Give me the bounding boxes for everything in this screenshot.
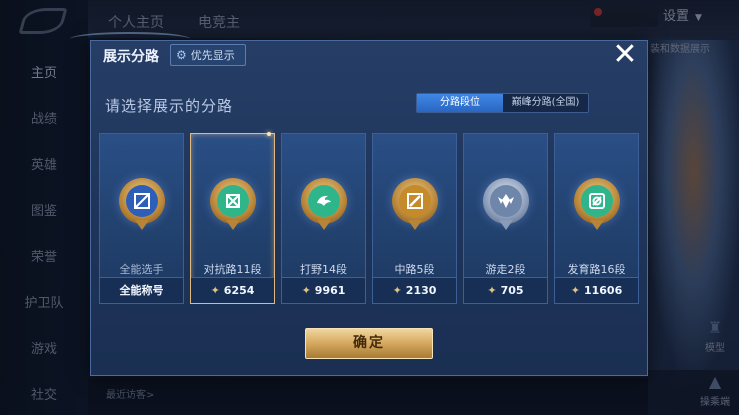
card-footer: ✦ 2130 [373, 277, 456, 303]
emblem-tail-icon [408, 220, 422, 230]
points-icon: ✦ [210, 284, 220, 297]
points-icon: ✦ [301, 284, 311, 297]
card-score: 9961 [314, 284, 346, 297]
priority-label: 优先显示 [190, 49, 235, 62]
card-footer: ✦ 705 [464, 277, 547, 303]
card-label: 游走2段 [485, 263, 526, 276]
emblem-tail-icon [317, 220, 331, 230]
tab-peak-lane-national[interactable]: 巅峰分路(全国) [503, 94, 588, 112]
card-label: 打野14段 [300, 263, 347, 276]
card-label: 中路5段 [394, 263, 435, 276]
card-footer: ✦ 9961 [282, 277, 365, 303]
card-score: 2130 [405, 284, 437, 297]
all-rounder-emblem-icon [119, 178, 165, 224]
points-icon: ✦ [570, 284, 580, 297]
mid-lane-emblem-icon [392, 178, 438, 224]
card-score: 11606 [583, 284, 623, 297]
emblem-tail-icon [590, 220, 604, 230]
farm-lane-emblem-icon [574, 178, 620, 224]
roaming-emblem-icon [483, 178, 529, 224]
dialog-title: 展示分路 [103, 49, 159, 65]
card-label: 发育路16段 [567, 263, 626, 276]
select-lane-prompt: 请选择展示的分路 [105, 97, 234, 115]
card-score: 705 [500, 284, 524, 297]
card-score: 6254 [223, 284, 255, 297]
emblem-tail-icon [226, 220, 240, 230]
lane-rank-segment: 分路段位 巅峰分路(全国) [416, 93, 589, 113]
lane-card-roaming[interactable]: 游走2段 ✦ 705 [463, 133, 548, 304]
card-footer: 全能称号 [100, 277, 183, 303]
clash-lane-emblem-icon [210, 178, 256, 224]
lane-card-farm[interactable]: 发育路16段 ✦ 11606 [554, 133, 639, 304]
lane-card-mid[interactable]: 中路5段 ✦ 2130 [372, 133, 457, 304]
lane-card-jungle[interactable]: 打野14段 ✦ 9961 [281, 133, 366, 304]
card-label: 全能选手 [119, 263, 164, 276]
points-icon: ✦ [392, 284, 402, 297]
lane-card-all-rounder[interactable]: 全能选手 全能称号 [99, 133, 184, 304]
gear-icon: ⚙ [176, 48, 187, 62]
card-footer: ✦ 11606 [555, 277, 638, 303]
card-footer: ✦ 6254 [191, 277, 274, 303]
lane-card-clash[interactable]: 对抗路11段 ✦ 6254 [190, 132, 275, 304]
emblem-tail-icon [135, 220, 149, 230]
points-icon: ✦ [487, 284, 497, 297]
card-label: 对抗路11段 [203, 263, 262, 276]
priority-display-button[interactable]: ⚙ 优先显示 [170, 44, 246, 66]
jungle-emblem-icon [301, 178, 347, 224]
emblem-tail-icon [499, 220, 513, 230]
selected-glow-icon [267, 132, 271, 136]
card-footer-text: 全能称号 [119, 284, 164, 297]
confirm-button[interactable]: 确定 [305, 328, 433, 359]
close-icon[interactable]: ✕ [612, 40, 638, 70]
tab-lane-rank[interactable]: 分路段位 [417, 94, 503, 112]
